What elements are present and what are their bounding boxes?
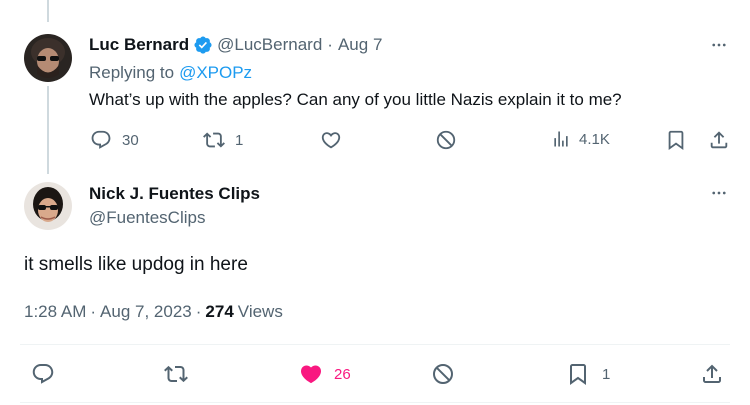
reply-share-button[interactable]	[708, 129, 730, 151]
share-icon	[708, 129, 730, 151]
main-reply-button[interactable]	[31, 362, 55, 386]
main-date[interactable]: Aug 7, 2023	[100, 302, 192, 322]
reply-icon	[31, 362, 55, 386]
bookmark-icon	[665, 129, 687, 151]
reply-views-button[interactable]: 4.1K	[551, 129, 610, 149]
like-icon-filled	[298, 362, 324, 386]
main-bookmark-button[interactable]: 1	[566, 362, 610, 386]
main-share-button[interactable]	[700, 362, 724, 386]
main-meta: 1:28 AM · Aug 7, 2023 · 274 Views	[24, 301, 283, 323]
main-header: Nick J. Fuentes Clips	[89, 183, 260, 205]
reply-repost-button[interactable]: 1	[203, 129, 243, 151]
main-meta-dot-2: ·	[195, 302, 202, 321]
main-author-name[interactable]: Nick J. Fuentes Clips	[89, 184, 260, 204]
fuentes-clips-avatar[interactable]	[24, 182, 72, 230]
bookmark-icon	[566, 362, 590, 386]
main-like-button[interactable]: 26	[298, 362, 351, 386]
verified-badge-icon	[193, 35, 213, 55]
main-repost-button[interactable]	[164, 362, 188, 386]
repost-count: 1	[235, 131, 244, 149]
reply-author-name[interactable]: Luc Bernard	[89, 35, 189, 55]
block-icon	[435, 129, 457, 151]
reply-count: 30	[122, 131, 139, 149]
like-icon	[320, 129, 342, 151]
divider-top	[20, 344, 730, 345]
block-icon	[431, 362, 455, 386]
reply-handle[interactable]: @LucBernard	[217, 35, 322, 55]
replying-to-label: Replying to	[89, 63, 175, 82]
thread-line	[47, 86, 49, 174]
views-count: 4.1K	[579, 130, 610, 148]
reply-separator: ·	[327, 35, 333, 54]
reply-header: Luc Bernard @LucBernard · Aug 7	[89, 34, 382, 56]
replying-to-handle[interactable]: @XPOPz	[179, 63, 252, 83]
thread-line-top	[47, 0, 49, 22]
reply-like-button[interactable]	[320, 129, 342, 151]
like-count: 26	[334, 365, 351, 383]
main-more-icon[interactable]	[709, 183, 729, 203]
reply-block-button[interactable]	[435, 129, 457, 151]
main-handle-row: @FuentesClips	[89, 207, 205, 229]
reply-bookmark-button[interactable]	[665, 129, 687, 151]
main-block-button[interactable]	[431, 362, 455, 386]
reply-date[interactable]: Aug 7	[338, 35, 382, 55]
reply-icon	[90, 129, 112, 151]
divider-bottom	[20, 402, 730, 403]
views-icon	[551, 129, 571, 149]
main-time[interactable]: 1:28 AM	[24, 302, 86, 322]
reply-text: What’s up with the apples? Can any of yo…	[89, 90, 622, 109]
reply-more-icon[interactable]	[709, 35, 729, 55]
luc-bernard-avatar[interactable]	[24, 34, 72, 82]
main-views-label: Views	[237, 302, 283, 321]
bookmark-count: 1	[602, 365, 611, 383]
share-icon	[700, 362, 724, 386]
replying-to: Replying to @XPOPz	[89, 62, 252, 84]
reply-reply-button[interactable]: 30	[90, 129, 139, 151]
main-meta-dot: ·	[90, 302, 97, 321]
main-text: it smells like updog in here	[24, 254, 248, 275]
repost-icon	[164, 362, 188, 386]
repost-icon	[203, 129, 225, 151]
main-handle[interactable]: @FuentesClips	[89, 208, 205, 228]
main-views-count: 274	[205, 302, 234, 321]
